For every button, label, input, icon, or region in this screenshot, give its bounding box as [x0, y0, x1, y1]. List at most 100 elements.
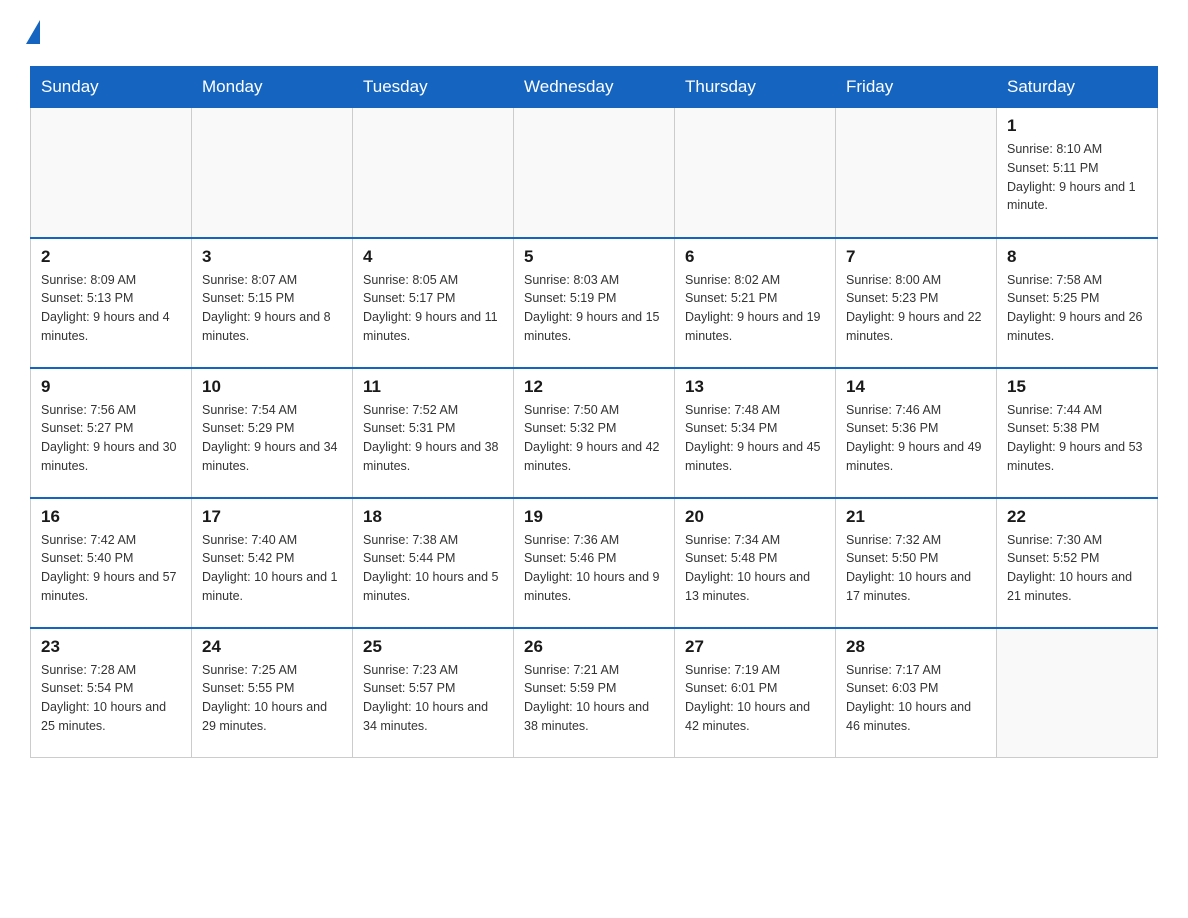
calendar-cell: 14 Sunrise: 7:46 AMSunset: 5:36 PMDayligh… — [836, 368, 997, 498]
day-info: Sunrise: 7:42 AMSunset: 5:40 PMDaylight:… — [41, 531, 181, 606]
day-info: Sunrise: 8:05 AMSunset: 5:17 PMDaylight:… — [363, 271, 503, 346]
calendar-cell: 4 Sunrise: 8:05 AMSunset: 5:17 PMDaylight… — [353, 238, 514, 368]
day-info: Sunrise: 7:40 AMSunset: 5:42 PMDaylight:… — [202, 531, 342, 606]
logo-triangle-icon — [26, 20, 40, 44]
calendar-cell: 13 Sunrise: 7:48 AMSunset: 5:34 PMDayligh… — [675, 368, 836, 498]
calendar-cell: 11 Sunrise: 7:52 AMSunset: 5:31 PMDayligh… — [353, 368, 514, 498]
calendar-cell: 12 Sunrise: 7:50 AMSunset: 5:32 PMDayligh… — [514, 368, 675, 498]
day-number: 25 — [363, 637, 503, 657]
day-info: Sunrise: 7:25 AMSunset: 5:55 PMDaylight:… — [202, 661, 342, 736]
calendar-cell: 28 Sunrise: 7:17 AMSunset: 6:03 PMDayligh… — [836, 628, 997, 758]
calendar-cell — [836, 108, 997, 238]
day-of-week-header: Sunday — [31, 67, 192, 108]
calendar-cell: 18 Sunrise: 7:38 AMSunset: 5:44 PMDayligh… — [353, 498, 514, 628]
day-number: 1 — [1007, 116, 1147, 136]
day-number: 8 — [1007, 247, 1147, 267]
day-info: Sunrise: 7:28 AMSunset: 5:54 PMDaylight:… — [41, 661, 181, 736]
calendar-cell: 24 Sunrise: 7:25 AMSunset: 5:55 PMDayligh… — [192, 628, 353, 758]
calendar-cell: 2 Sunrise: 8:09 AMSunset: 5:13 PMDaylight… — [31, 238, 192, 368]
calendar-cell: 15 Sunrise: 7:44 AMSunset: 5:38 PMDayligh… — [997, 368, 1158, 498]
day-info: Sunrise: 7:30 AMSunset: 5:52 PMDaylight:… — [1007, 531, 1147, 606]
day-of-week-header: Monday — [192, 67, 353, 108]
calendar-table: SundayMondayTuesdayWednesdayThursdayFrid… — [30, 66, 1158, 758]
day-number: 26 — [524, 637, 664, 657]
day-info: Sunrise: 7:21 AMSunset: 5:59 PMDaylight:… — [524, 661, 664, 736]
calendar-cell: 26 Sunrise: 7:21 AMSunset: 5:59 PMDayligh… — [514, 628, 675, 758]
calendar-week-row: 23 Sunrise: 7:28 AMSunset: 5:54 PMDayligh… — [31, 628, 1158, 758]
day-info: Sunrise: 7:54 AMSunset: 5:29 PMDaylight:… — [202, 401, 342, 476]
day-number: 5 — [524, 247, 664, 267]
calendar-cell: 21 Sunrise: 7:32 AMSunset: 5:50 PMDayligh… — [836, 498, 997, 628]
calendar-cell: 9 Sunrise: 7:56 AMSunset: 5:27 PMDaylight… — [31, 368, 192, 498]
calendar-cell: 8 Sunrise: 7:58 AMSunset: 5:25 PMDaylight… — [997, 238, 1158, 368]
calendar-week-row: 1 Sunrise: 8:10 AMSunset: 5:11 PMDaylight… — [31, 108, 1158, 238]
day-info: Sunrise: 7:44 AMSunset: 5:38 PMDaylight:… — [1007, 401, 1147, 476]
day-number: 9 — [41, 377, 181, 397]
calendar-cell: 25 Sunrise: 7:23 AMSunset: 5:57 PMDayligh… — [353, 628, 514, 758]
day-number: 7 — [846, 247, 986, 267]
day-number: 15 — [1007, 377, 1147, 397]
calendar-cell — [514, 108, 675, 238]
day-info: Sunrise: 7:52 AMSunset: 5:31 PMDaylight:… — [363, 401, 503, 476]
day-of-week-header: Tuesday — [353, 67, 514, 108]
day-info: Sunrise: 8:03 AMSunset: 5:19 PMDaylight:… — [524, 271, 664, 346]
day-info: Sunrise: 7:34 AMSunset: 5:48 PMDaylight:… — [685, 531, 825, 606]
calendar-cell — [31, 108, 192, 238]
calendar-week-row: 9 Sunrise: 7:56 AMSunset: 5:27 PMDaylight… — [31, 368, 1158, 498]
calendar-cell: 6Sunrise: 8:02 AMSunset: 5:21 PMDaylight… — [675, 238, 836, 368]
day-of-week-header: Friday — [836, 67, 997, 108]
day-number: 27 — [685, 637, 825, 657]
day-number: 14 — [846, 377, 986, 397]
calendar-week-row: 16 Sunrise: 7:42 AMSunset: 5:40 PMDayligh… — [31, 498, 1158, 628]
day-info: Sunrise: 8:02 AMSunset: 5:21 PMDaylight:… — [685, 271, 825, 346]
day-info: Sunrise: 7:36 AMSunset: 5:46 PMDaylight:… — [524, 531, 664, 606]
day-info: Sunrise: 7:50 AMSunset: 5:32 PMDaylight:… — [524, 401, 664, 476]
calendar-cell: 27 Sunrise: 7:19 AMSunset: 6:01 PMDayligh… — [675, 628, 836, 758]
day-number: 11 — [363, 377, 503, 397]
calendar-cell: 23 Sunrise: 7:28 AMSunset: 5:54 PMDayligh… — [31, 628, 192, 758]
day-info: Sunrise: 8:00 AMSunset: 5:23 PMDaylight:… — [846, 271, 986, 346]
calendar-cell: 7 Sunrise: 8:00 AMSunset: 5:23 PMDaylight… — [836, 238, 997, 368]
day-number: 21 — [846, 507, 986, 527]
day-info: Sunrise: 7:56 AMSunset: 5:27 PMDaylight:… — [41, 401, 181, 476]
page-header — [30, 20, 1158, 48]
day-info: Sunrise: 7:17 AMSunset: 6:03 PMDaylight:… — [846, 661, 986, 736]
day-number: 18 — [363, 507, 503, 527]
day-number: 2 — [41, 247, 181, 267]
day-info: Sunrise: 7:32 AMSunset: 5:50 PMDaylight:… — [846, 531, 986, 606]
calendar-cell: 22 Sunrise: 7:30 AMSunset: 5:52 PMDayligh… — [997, 498, 1158, 628]
day-number: 12 — [524, 377, 664, 397]
calendar-cell — [675, 108, 836, 238]
day-of-week-header: Thursday — [675, 67, 836, 108]
day-of-week-header: Wednesday — [514, 67, 675, 108]
day-info: Sunrise: 8:07 AMSunset: 5:15 PMDaylight:… — [202, 271, 342, 346]
calendar-cell: 3 Sunrise: 8:07 AMSunset: 5:15 PMDaylight… — [192, 238, 353, 368]
day-number: 24 — [202, 637, 342, 657]
days-header-row: SundayMondayTuesdayWednesdayThursdayFrid… — [31, 67, 1158, 108]
calendar-cell: 19Sunrise: 7:36 AMSunset: 5:46 PMDayligh… — [514, 498, 675, 628]
day-info: Sunrise: 7:19 AMSunset: 6:01 PMDaylight:… — [685, 661, 825, 736]
calendar-cell: 16 Sunrise: 7:42 AMSunset: 5:40 PMDayligh… — [31, 498, 192, 628]
calendar-cell: 1 Sunrise: 8:10 AMSunset: 5:11 PMDaylight… — [997, 108, 1158, 238]
day-number: 13 — [685, 377, 825, 397]
calendar-cell: 10Sunrise: 7:54 AMSunset: 5:29 PMDayligh… — [192, 368, 353, 498]
day-number: 4 — [363, 247, 503, 267]
day-info: Sunrise: 7:23 AMSunset: 5:57 PMDaylight:… — [363, 661, 503, 736]
day-info: Sunrise: 7:38 AMSunset: 5:44 PMDaylight:… — [363, 531, 503, 606]
day-number: 22 — [1007, 507, 1147, 527]
calendar-cell: 17Sunrise: 7:40 AMSunset: 5:42 PMDayligh… — [192, 498, 353, 628]
calendar-cell: 5 Sunrise: 8:03 AMSunset: 5:19 PMDaylight… — [514, 238, 675, 368]
day-of-week-header: Saturday — [997, 67, 1158, 108]
day-info: Sunrise: 7:48 AMSunset: 5:34 PMDaylight:… — [685, 401, 825, 476]
day-number: 16 — [41, 507, 181, 527]
day-number: 20 — [685, 507, 825, 527]
day-number: 3 — [202, 247, 342, 267]
calendar-cell — [997, 628, 1158, 758]
day-info: Sunrise: 7:46 AMSunset: 5:36 PMDaylight:… — [846, 401, 986, 476]
day-number: 28 — [846, 637, 986, 657]
day-number: 23 — [41, 637, 181, 657]
day-info: Sunrise: 8:09 AMSunset: 5:13 PMDaylight:… — [41, 271, 181, 346]
day-info: Sunrise: 7:58 AMSunset: 5:25 PMDaylight:… — [1007, 271, 1147, 346]
day-info: Sunrise: 8:10 AMSunset: 5:11 PMDaylight:… — [1007, 140, 1147, 215]
calendar-week-row: 2 Sunrise: 8:09 AMSunset: 5:13 PMDaylight… — [31, 238, 1158, 368]
